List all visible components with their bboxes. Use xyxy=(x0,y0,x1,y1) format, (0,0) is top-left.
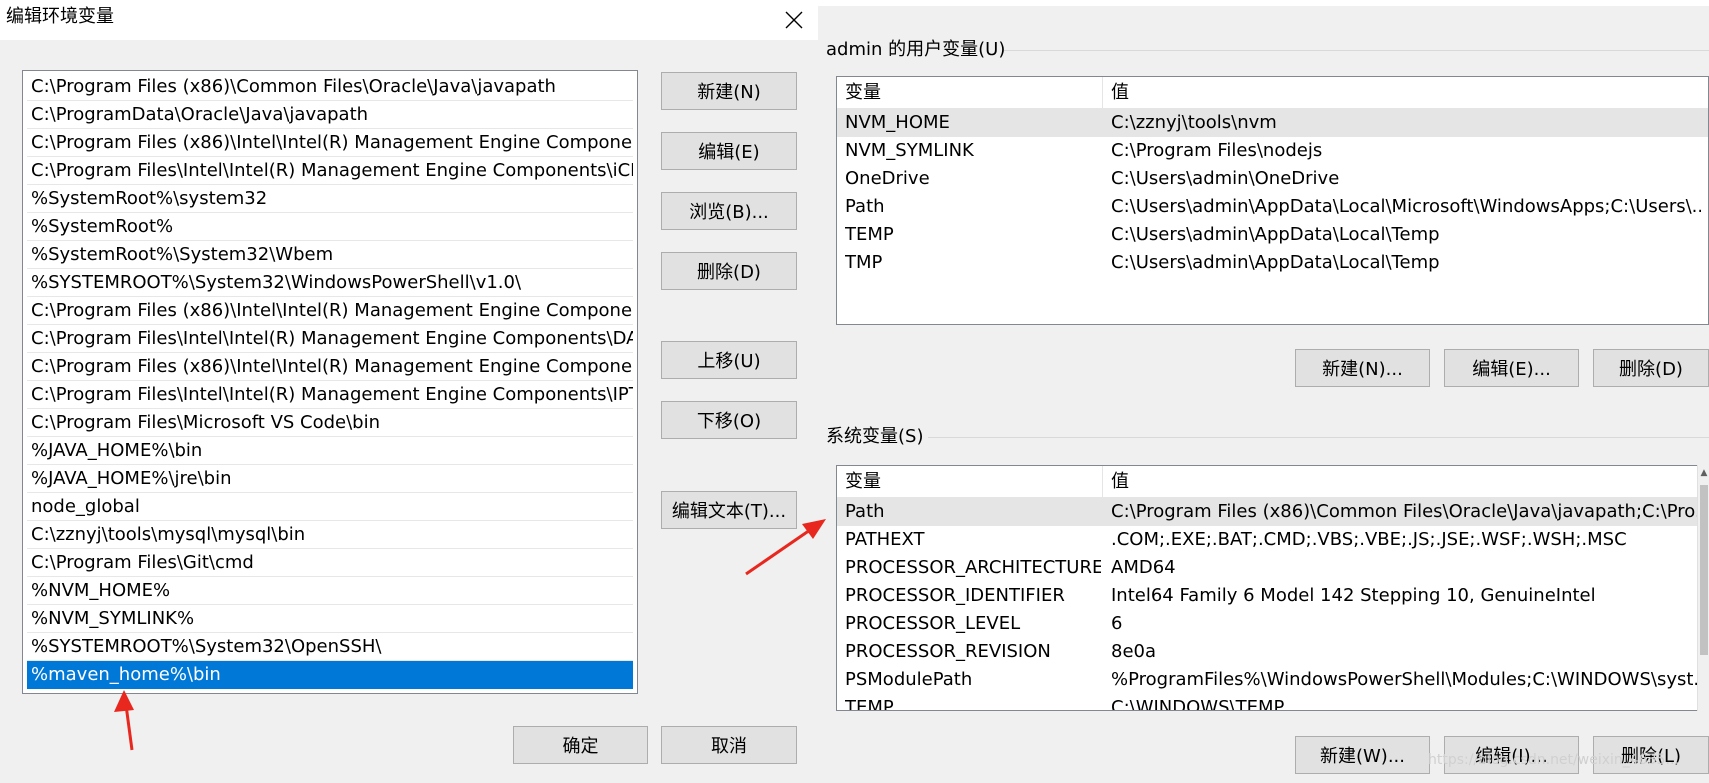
var-value: AMD64 xyxy=(1111,557,1176,578)
var-value: %ProgramFiles%\WindowsPowerShell\Modules… xyxy=(1111,669,1701,690)
dialog-titlebar: 编辑环境变量 xyxy=(0,0,818,40)
new-path-button[interactable]: 新建(N) xyxy=(661,72,797,110)
sys-new-button[interactable]: 新建(W)... xyxy=(1295,736,1430,774)
user-delete-button[interactable]: 删除(D) xyxy=(1593,349,1709,387)
sys-vars-divider xyxy=(928,437,1709,438)
var-name: NVM_HOME xyxy=(845,112,950,133)
table-row[interactable]: NVM_HOME C:\zznyj\tools\nvm xyxy=(837,109,1708,137)
path-list-item[interactable]: C:\Program Files\Microsoft VS Code\bin xyxy=(27,409,633,437)
user-vars-divider xyxy=(1004,50,1709,51)
var-value: 8e0a xyxy=(1111,641,1157,662)
var-value: C:\WINDOWS\TEMP xyxy=(1111,697,1285,711)
var-name: NVM_SYMLINK xyxy=(845,140,974,161)
move-down-button[interactable]: 下移(O) xyxy=(661,401,797,439)
path-list-item[interactable]: %SYSTEMROOT%\System32\OpenSSH\ xyxy=(27,633,633,661)
var-name: OneDrive xyxy=(845,168,930,189)
table-row[interactable]: TEMP C:\Users\admin\AppData\Local\Temp xyxy=(837,221,1708,249)
close-icon xyxy=(785,11,803,29)
var-value: C:\Program Files (x86)\Common Files\Orac… xyxy=(1111,501,1701,522)
path-list-item[interactable]: %NVM_HOME% xyxy=(27,577,633,605)
path-list-item[interactable]: C:\Program Files\Intel\Intel(R) Manageme… xyxy=(27,381,633,409)
var-value: Intel64 Family 6 Model 142 Stepping 10, … xyxy=(1111,585,1596,606)
path-list[interactable]: C:\Program Files (x86)\Common Files\Orac… xyxy=(22,70,638,694)
scroll-thumb[interactable] xyxy=(1700,485,1708,655)
var-value: C:\zznyj\tools\nvm xyxy=(1111,112,1277,133)
var-name: PATHEXT xyxy=(845,529,925,550)
close-button[interactable] xyxy=(778,4,810,36)
table-row[interactable]: TEMP C:\WINDOWS\TEMP xyxy=(837,694,1708,711)
user-vars-label: admin 的用户变量(U) xyxy=(826,39,1006,60)
var-name: PSModulePath xyxy=(845,669,973,690)
user-col-value[interactable]: 值 xyxy=(1103,77,1708,109)
path-list-item[interactable]: %SYSTEMROOT%\System32\WindowsPowerShell\… xyxy=(27,269,633,297)
table-row[interactable]: PROCESSOR_IDENTIFIER Intel64 Family 6 Mod… xyxy=(837,582,1708,610)
var-name: TEMP xyxy=(845,697,894,711)
path-list-item[interactable]: %SystemRoot%\system32 xyxy=(27,185,633,213)
table-row[interactable]: PATHEXT .COM;.EXE;.BAT;.CMD;.VBS;.VBE;.JS… xyxy=(837,526,1708,554)
user-new-button[interactable]: 新建(N)... xyxy=(1295,349,1430,387)
var-name: PROCESSOR_ARCHITECTURE xyxy=(845,557,1101,578)
var-name: Path xyxy=(845,501,885,522)
path-list-item[interactable]: node_global xyxy=(27,493,633,521)
sys-vars-label: 系统变量(S) xyxy=(826,426,924,447)
edit-path-button[interactable]: 编辑(E) xyxy=(661,132,797,170)
path-list-item[interactable]: C:\Program Files (x86)\Intel\Intel(R) Ma… xyxy=(27,353,633,381)
scroll-up-icon[interactable]: ▲ xyxy=(1700,467,1708,479)
var-value: C:\Users\admin\OneDrive xyxy=(1111,168,1340,189)
edit-env-dialog: 编辑环境变量 C:\Program Files (x86)\Common Fil… xyxy=(0,0,818,783)
path-list-item[interactable]: %JAVA_HOME%\bin xyxy=(27,437,633,465)
sys-col-name[interactable]: 变量 xyxy=(837,466,1103,498)
var-value: C:\Users\admin\AppData\Local\Temp xyxy=(1111,224,1440,245)
var-name: PROCESSOR_REVISION xyxy=(845,641,1051,662)
path-list-item[interactable]: C:\Program Files (x86)\Common Files\Orac… xyxy=(27,73,633,101)
user-col-name[interactable]: 变量 xyxy=(837,77,1103,109)
table-row[interactable]: TMP C:\Users\admin\AppData\Local\Temp xyxy=(837,249,1708,277)
table-row[interactable]: PROCESSOR_LEVEL 6 xyxy=(837,610,1708,638)
var-name: PROCESSOR_IDENTIFIER xyxy=(845,585,1065,606)
table-row[interactable]: PSModulePath %ProgramFiles%\WindowsPowerS… xyxy=(837,666,1708,694)
path-list-item[interactable]: C:\Program Files\Intel\Intel(R) Manageme… xyxy=(27,325,633,353)
table-row[interactable]: PROCESSOR_REVISION 8e0a xyxy=(837,638,1708,666)
var-name: TMP xyxy=(845,252,883,273)
table-row[interactable]: Path C:\Program Files (x86)\Common Files\… xyxy=(837,498,1708,526)
path-list-item[interactable]: %NVM_SYMLINK% xyxy=(27,605,633,633)
path-list-item[interactable]: %SystemRoot% xyxy=(27,213,633,241)
path-list-item[interactable]: C:\Program Files (x86)\Intel\Intel(R) Ma… xyxy=(27,297,633,325)
sys-col-value[interactable]: 值 xyxy=(1103,466,1708,498)
table-row[interactable]: Path C:\Users\admin\AppData\Local\Microso… xyxy=(837,193,1708,221)
sys-vars-scrollbar[interactable]: ▲ xyxy=(1697,465,1709,711)
var-name: TEMP xyxy=(845,224,894,245)
user-vars-table[interactable]: 变量 值 NVM_HOME C:\zznyj\tools\nvm NVM_SYMLI… xyxy=(836,76,1709,325)
browse-button[interactable]: 浏览(B)... xyxy=(661,192,797,230)
path-list-item[interactable]: C:\ProgramData\Oracle\Java\javapath xyxy=(27,101,633,129)
var-value: C:\Program Files\nodejs xyxy=(1111,140,1323,161)
table-row[interactable]: NVM_SYMLINK C:\Program Files\nodejs xyxy=(837,137,1708,165)
var-value: C:\Users\admin\AppData\Local\Temp xyxy=(1111,252,1440,273)
sys-vars-table[interactable]: 变量 值 Path C:\Program Files (x86)\Common F… xyxy=(836,465,1709,711)
path-list-item[interactable]: C:\Program Files\Git\cmd xyxy=(27,549,633,577)
cancel-button[interactable]: 取消 xyxy=(661,726,797,764)
var-value: C:\Users\admin\AppData\Local\Microsoft\W… xyxy=(1111,196,1701,217)
dialog-title: 编辑环境变量 xyxy=(6,6,114,27)
move-up-button[interactable]: 上移(U) xyxy=(661,341,797,379)
path-list-item[interactable]: C:\Program Files (x86)\Intel\Intel(R) Ma… xyxy=(27,129,633,157)
path-list-item[interactable]: %maven_home%\bin xyxy=(27,661,633,689)
ok-button[interactable]: 确定 xyxy=(513,726,648,764)
path-list-item[interactable]: C:\Program Files\Intel\Intel(R) Manageme… xyxy=(27,157,633,185)
var-name: Path xyxy=(845,196,885,217)
user-edit-button[interactable]: 编辑(E)... xyxy=(1444,349,1579,387)
var-name: PROCESSOR_LEVEL xyxy=(845,613,1021,634)
path-list-item[interactable]: %JAVA_HOME%\jre\bin xyxy=(27,465,633,493)
env-variables-panel: admin 的用户变量(U) 变量 值 NVM_HOME C:\zznyj\too… xyxy=(818,0,1709,783)
table-row[interactable]: OneDrive C:\Users\admin\OneDrive xyxy=(837,165,1708,193)
delete-path-button[interactable]: 删除(D) xyxy=(661,252,797,290)
path-list-item[interactable]: %SystemRoot%\System32\Wbem xyxy=(27,241,633,269)
path-list-item[interactable]: C:\zznyj\tools\mysql\mysql\bin xyxy=(27,521,633,549)
table-row[interactable]: PROCESSOR_ARCHITECTURE AMD64 xyxy=(837,554,1708,582)
var-value: 6 xyxy=(1111,613,1123,634)
edit-text-button[interactable]: 编辑文本(T)... xyxy=(661,491,797,529)
panel-top-strip xyxy=(818,0,1709,6)
var-value: .COM;.EXE;.BAT;.CMD;.VBS;.VBE;.JS;.JSE;.… xyxy=(1111,529,1627,550)
watermark: https://blog.csdn.net/weixin_4635… xyxy=(1428,752,1680,768)
